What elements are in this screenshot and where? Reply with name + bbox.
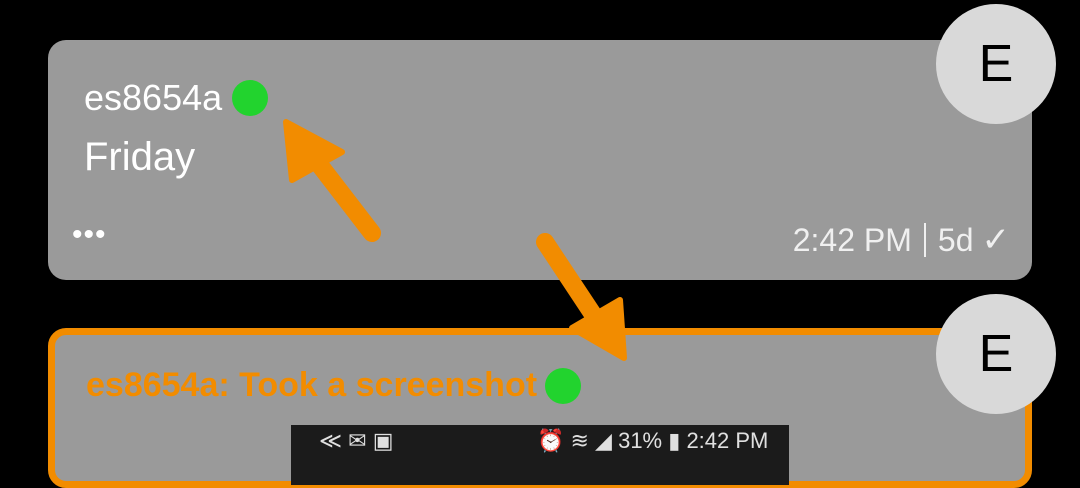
sender-row: es8654a: Took a screenshot — [86, 366, 582, 405]
sender-action: es8654a: Took a screenshot — [86, 366, 538, 404]
more-options-icon[interactable]: ••• — [72, 220, 107, 250]
message-card[interactable]: es8654a Friday ••• 2:42 PM 5d ✓ — [48, 40, 1032, 280]
online-status-icon — [232, 80, 269, 116]
divider — [923, 223, 926, 257]
avatar[interactable]: E — [936, 4, 1056, 124]
message-age: 5d — [937, 221, 974, 258]
thumbnail-status-icons: ≪ ✉ ▣ — [319, 428, 394, 453]
online-status-icon — [545, 367, 582, 404]
message-text: Friday — [84, 135, 196, 179]
message-meta: 2:42 PM 5d ✓ — [793, 220, 1010, 260]
thumbnail-status-text: ⏰ ≋ ◢ 31% ▮ 2:42 PM — [537, 428, 769, 453]
avatar[interactable]: E — [936, 294, 1056, 414]
screenshot-thumbnail[interactable]: ≪ ✉ ▣ ⏰ ≋ ◢ 31% ▮ 2:42 PM — [291, 425, 789, 485]
sender-row: es8654a — [84, 77, 269, 119]
message-card-highlighted[interactable]: es8654a: Took a screenshot ≪ ✉ ▣ ⏰ ≋ ◢ 3… — [48, 328, 1032, 488]
sender-name: es8654a — [84, 77, 223, 118]
check-icon: ✓ — [981, 221, 1011, 259]
message-time: 2:42 PM — [792, 221, 912, 258]
